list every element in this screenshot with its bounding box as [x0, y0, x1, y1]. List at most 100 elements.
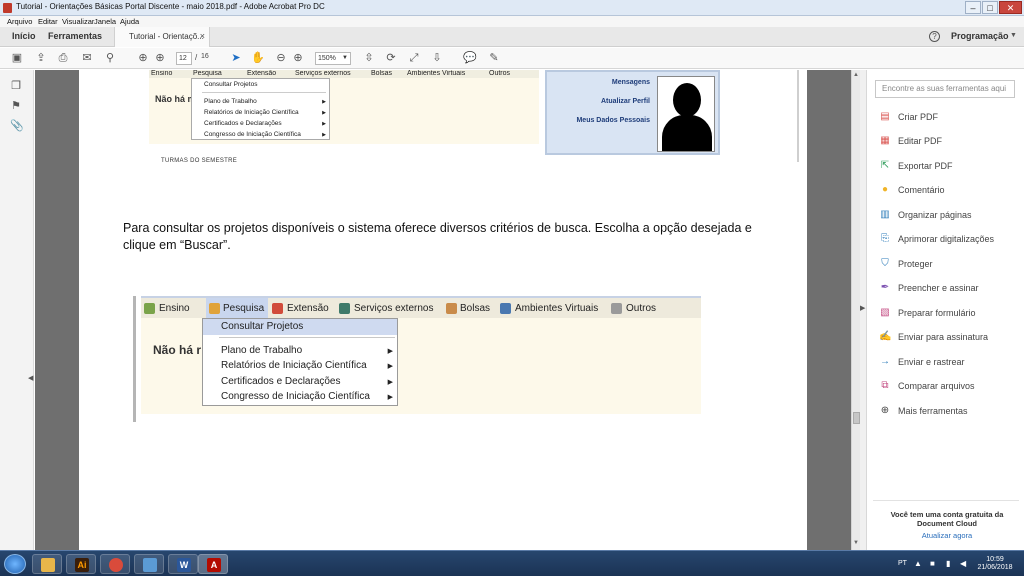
dropdown-item: Congresso de Iniciação Científica [221, 391, 370, 402]
page-number-input[interactable]: 12 [176, 52, 192, 65]
tool-preencher-assinar[interactable]: ✒ Preencher e assinar [879, 282, 1019, 296]
tool-enviar-assinatura[interactable]: ✍ Enviar para assinatura [879, 331, 1019, 345]
tab-document-label: Tutorial - Orientaçõ... [129, 32, 204, 41]
illustrator-icon: Ai [75, 558, 89, 572]
tray-app-icon[interactable]: ■ [930, 559, 935, 568]
document-viewport[interactable]: Ensino Pesquisa Extensão Serviços extern… [35, 70, 851, 550]
full-screen-icon[interactable]: ⤢ [407, 51, 421, 65]
scrollbar-thumb[interactable] [853, 412, 860, 424]
collapse-left-icon[interactable]: ◀ [28, 374, 33, 382]
upload-cloud-icon[interactable]: ⇪ [34, 51, 48, 65]
language-indicator[interactable]: PT [898, 560, 907, 567]
clock-time: 10:59 [986, 556, 1004, 563]
portal-menu-bar: Ensino Pesquisa Extensão Serviços extern… [149, 70, 539, 78]
rotate-view-icon[interactable]: ⟳ [384, 51, 398, 65]
previous-page-icon[interactable]: ⊕ [136, 51, 150, 65]
zoom-value: 150% [318, 55, 336, 62]
dropdown-item: Certificados e Declarações [221, 376, 341, 387]
tab-document[interactable]: Tutorial - Orientaçõ... × [114, 27, 210, 47]
menu-janela[interactable]: Janela [94, 16, 116, 27]
avatar-silhouette-icon [657, 76, 715, 152]
taskbar-explorer[interactable] [32, 554, 62, 574]
submenu-arrow-icon: ▶ [322, 132, 326, 138]
menu-ambientes-virtuais: Ambientes Virtuais [407, 70, 466, 77]
taskbar-acrobat[interactable]: A [198, 554, 228, 574]
network-icon[interactable]: ▮ [946, 559, 950, 568]
acrobat-app-icon [3, 3, 12, 13]
turmas-heading: TURMAS DO SEMESTRE [161, 158, 238, 164]
menu-outros: Outros [489, 70, 511, 77]
user-menu[interactable]: Programação [951, 31, 1009, 41]
tool-proteger[interactable]: ⛉ Proteger [879, 258, 1019, 272]
taskbar-chrome[interactable] [100, 554, 130, 574]
menu-editar[interactable]: Editar [38, 16, 58, 27]
taskbar-word[interactable]: W [168, 554, 198, 574]
compare-files-icon: ⧉ [881, 380, 889, 391]
upgrade-link[interactable]: Atualizar agora [873, 531, 1021, 540]
system-clock[interactable]: 10:59 21/06/2018 [976, 556, 1014, 572]
taskbar-app[interactable] [134, 554, 164, 574]
minimize-button[interactable]: – [965, 1, 981, 14]
scroll-up-icon[interactable]: ▲ [853, 72, 859, 78]
bookmark-icon[interactable]: ⚑ [10, 100, 22, 112]
tool-criar-pdf[interactable]: ▤ Criar PDF [879, 111, 1019, 125]
search-icon[interactable]: ⚲ [103, 51, 117, 65]
tool-comparar-arquivos[interactable]: ⧉ Comparar arquivos [879, 380, 1019, 394]
collapse-right-icon[interactable]: ▶ [860, 304, 865, 312]
start-button[interactable] [4, 554, 26, 574]
tool-comentario[interactable]: ● Comentário [879, 184, 1019, 198]
tool-label: Comparar arquivos [898, 381, 975, 391]
email-icon[interactable]: ✉ [80, 51, 94, 65]
tool-exportar-pdf[interactable]: ⇱ Exportar PDF [879, 160, 1019, 174]
tool-aprimorar-digitalizacoes[interactable]: ⎘ Aprimorar digitalizações [879, 233, 1019, 247]
scroll-mode-icon[interactable]: ⇩ [430, 51, 444, 65]
zoom-out-icon[interactable]: ⊖ [274, 51, 288, 65]
tool-preparar-formulario[interactable]: ▧ Preparar formulário [879, 307, 1019, 321]
dropdown-item: Certificados e Declarações [204, 120, 282, 127]
tool-mais-ferramentas[interactable]: ⊕ Mais ferramentas [879, 405, 1019, 419]
save-icon[interactable]: ▣ [10, 51, 24, 65]
fill-sign-icon: ✒ [880, 282, 890, 293]
fit-page-icon[interactable]: ⇳ [362, 51, 376, 65]
comment-icon[interactable]: 💬 [463, 51, 477, 65]
zoom-select[interactable]: 150% ▼ [315, 52, 351, 65]
vertical-scrollbar[interactable]: ▲ ▼ [851, 70, 860, 550]
tray-expand-icon[interactable]: ▲ [914, 559, 922, 568]
tool-enviar-rastrear[interactable]: → Enviar e rastrear [879, 356, 1019, 370]
menu-visualizar[interactable]: Visualizar [62, 16, 94, 27]
pen-icon[interactable]: ✎ [487, 51, 501, 65]
protect-icon: ⛉ [881, 258, 889, 269]
menu-bolsas: Bolsas [460, 303, 491, 314]
volume-icon[interactable]: ◀ [960, 559, 966, 568]
menu-ajuda[interactable]: Ajuda [120, 16, 139, 27]
close-button[interactable]: ✕ [999, 1, 1022, 14]
help-icon[interactable]: ? [929, 31, 940, 42]
send-track-icon: → [880, 356, 890, 367]
scroll-down-icon[interactable]: ▼ [853, 540, 859, 546]
tool-editar-pdf[interactable]: ▦ Editar PDF [879, 135, 1019, 149]
menu-ensino: Ensino [159, 303, 190, 314]
print-icon[interactable]: ⎙ [56, 51, 70, 65]
submenu-arrow-icon: ▶ [322, 121, 326, 127]
zoom-in-icon[interactable]: ⊕ [291, 51, 305, 65]
taskbar-illustrator[interactable]: Ai [66, 554, 96, 574]
next-page-icon[interactable]: ⊕ [153, 51, 167, 65]
maximize-button[interactable]: □ [982, 1, 998, 14]
tool-label: Preparar formulário [898, 308, 976, 318]
tool-organizar-paginas[interactable]: ▥ Organizar páginas [879, 209, 1019, 223]
tab-tools[interactable]: Ferramentas [48, 31, 102, 41]
menu-arquivo[interactable]: Arquivo [7, 16, 32, 27]
menu-ambientes-virtuais: Ambientes Virtuais [515, 303, 599, 314]
tab-home[interactable]: Início [12, 31, 36, 41]
pesquisa-dropdown: Consultar Projetos Plano de Trabalho ▶ R… [191, 78, 330, 140]
chevron-down-icon[interactable]: ▼ [1010, 32, 1017, 39]
select-cursor-icon[interactable]: ➤ [229, 51, 243, 65]
profile-card: Mensagens Atualizar Perfil Meus Dados Pe… [545, 70, 720, 155]
tools-search-input[interactable]: Encontre as suas ferramentas aqui [875, 80, 1015, 98]
tab-close-icon[interactable]: × [200, 31, 205, 41]
tool-label: Editar PDF [898, 136, 943, 146]
hand-tool-icon[interactable]: ✋ [251, 51, 265, 65]
pages-icon[interactable]: ❐ [10, 80, 22, 92]
attachment-icon[interactable]: 📎 [10, 120, 24, 132]
pesquisa-dropdown: Consultar Projetos Plano de Trabalho ▶ R… [202, 318, 398, 406]
